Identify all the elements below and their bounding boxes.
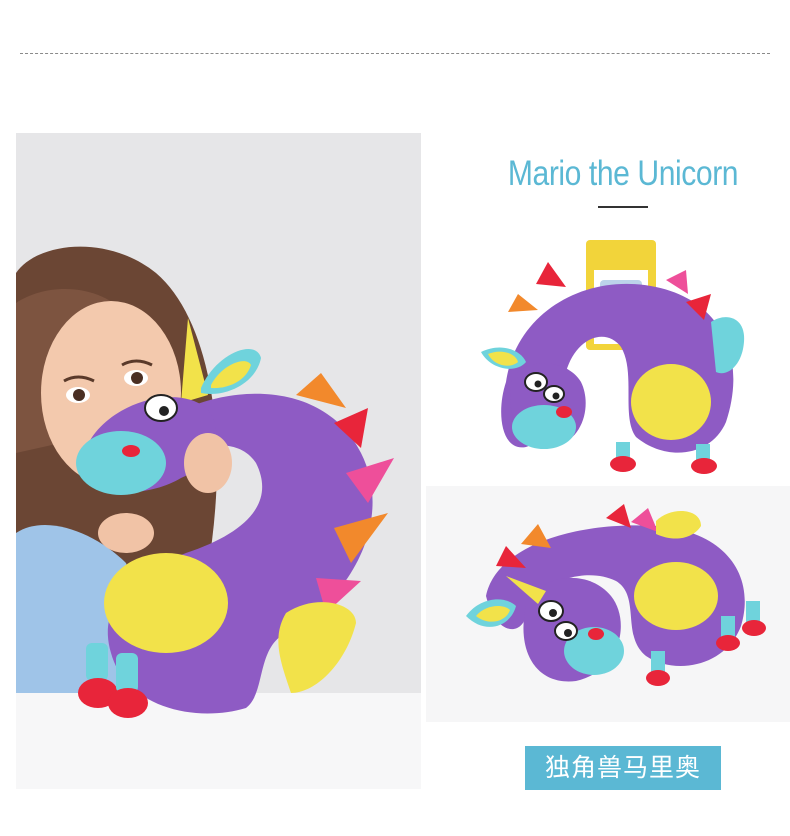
girl-and-pillow-illustration — [16, 246, 394, 718]
unicorn-pillow-lying-photo — [426, 486, 790, 722]
title-underline — [598, 206, 648, 208]
product-title: Mario the Unicorn — [507, 154, 739, 193]
lying-pillow-illustration — [466, 504, 766, 686]
unicorn-pillow-packaged-photo — [426, 232, 790, 482]
dashed-divider — [20, 53, 770, 54]
chinese-caption-badge: 独角兽马里奥 — [525, 746, 721, 790]
girl-holding-unicorn-pillow-photo — [16, 133, 421, 789]
packaged-pillow-illustration — [481, 240, 745, 474]
